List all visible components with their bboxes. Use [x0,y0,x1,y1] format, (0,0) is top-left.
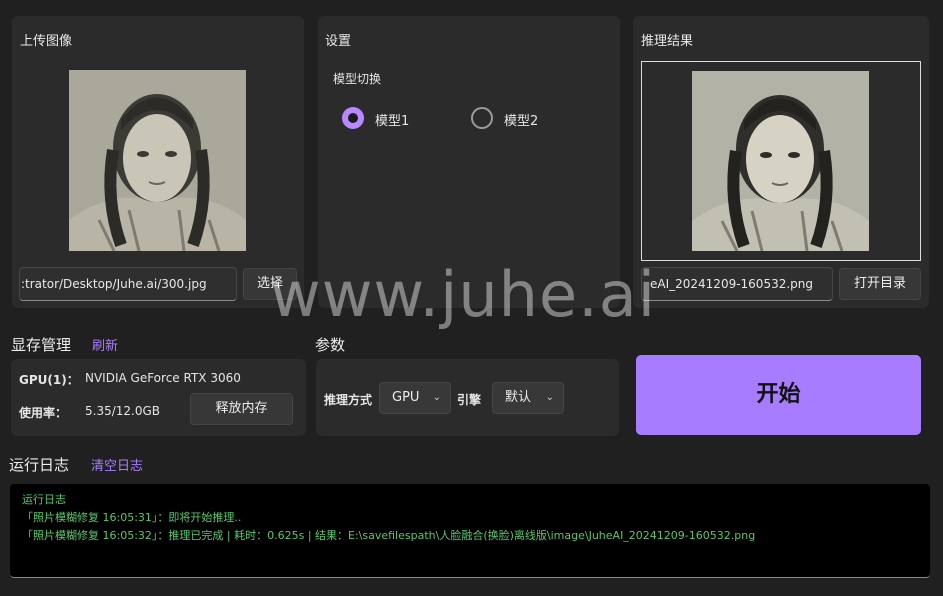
params-panel: 推理方式 GPU ⌄ 引擎 默认 ⌄ [316,359,619,436]
chevron-down-icon: ⌄ [545,392,554,403]
log-title: 运行日志 [9,456,70,474]
result-title: 推理结果 [641,34,694,49]
result-path-input[interactable]: eAI_20241209-160532.png [641,267,833,301]
result-panel: 推理结果 eAI_20241209-160532.png 打开目录 [633,16,929,308]
upload-title: 上传图像 [20,34,73,49]
upload-panel: 上传图像 :trator/Desktop/Juhe.ai/300.jpg 选择 [12,16,304,308]
engine-select[interactable]: 默认 ⌄ [492,382,564,414]
memory-panel: GPU(1)： NVIDIA GeForce RTX 3060 使用率： 5.3… [11,359,306,436]
start-button[interactable]: 开始 [636,355,921,435]
gpu-key: GPU(1)： [19,373,79,387]
settings-title: 设置 [325,34,352,49]
log-line: 运行日志 [22,493,66,506]
input-photo [69,70,246,251]
open-directory-button[interactable]: 打开目录 [839,268,921,300]
memory-title: 显存管理 [11,336,72,354]
engine-label: 引擎 [457,393,482,407]
model2-label[interactable]: 模型2 [504,110,538,129]
log-line: 「照片模糊修复 16:05:31」：即将开始推理.. [22,511,242,524]
log-output: 运行日志 「照片模糊修复 16:05:31」：即将开始推理.. 「照片模糊修复 … [10,484,930,578]
release-memory-button[interactable]: 释放内存 [190,393,293,425]
model1-label[interactable]: 模型1 [375,110,409,129]
refresh-link[interactable]: 刷新 [92,335,118,354]
log-line: 「照片模糊修复 16:05:32」：推理已完成 | 耗时：0.625s | 结果… [22,529,756,542]
clear-log-link[interactable]: 清空日志 [91,455,143,474]
engine-value: 默认 [505,390,532,405]
usage-value: 5.35/12.0GB [85,404,161,418]
result-photo [692,71,869,251]
model1-radio[interactable] [342,107,364,129]
infer-mode-select[interactable]: GPU ⌄ [379,382,451,414]
model-switch-label: 模型切换 [333,72,382,86]
params-title: 参数 [315,336,346,354]
usage-key: 使用率： [19,406,68,420]
gpu-value: NVIDIA GeForce RTX 3060 [85,371,241,385]
select-file-button[interactable]: 选择 [243,268,297,300]
upload-path-input[interactable]: :trator/Desktop/Juhe.ai/300.jpg [19,267,237,301]
infer-mode-value: GPU [392,390,420,405]
model2-radio[interactable] [471,107,493,129]
chevron-down-icon: ⌄ [432,392,441,403]
settings-panel: 设置 模型切换 模型1 模型2 [318,16,620,308]
infer-mode-label: 推理方式 [324,393,373,407]
